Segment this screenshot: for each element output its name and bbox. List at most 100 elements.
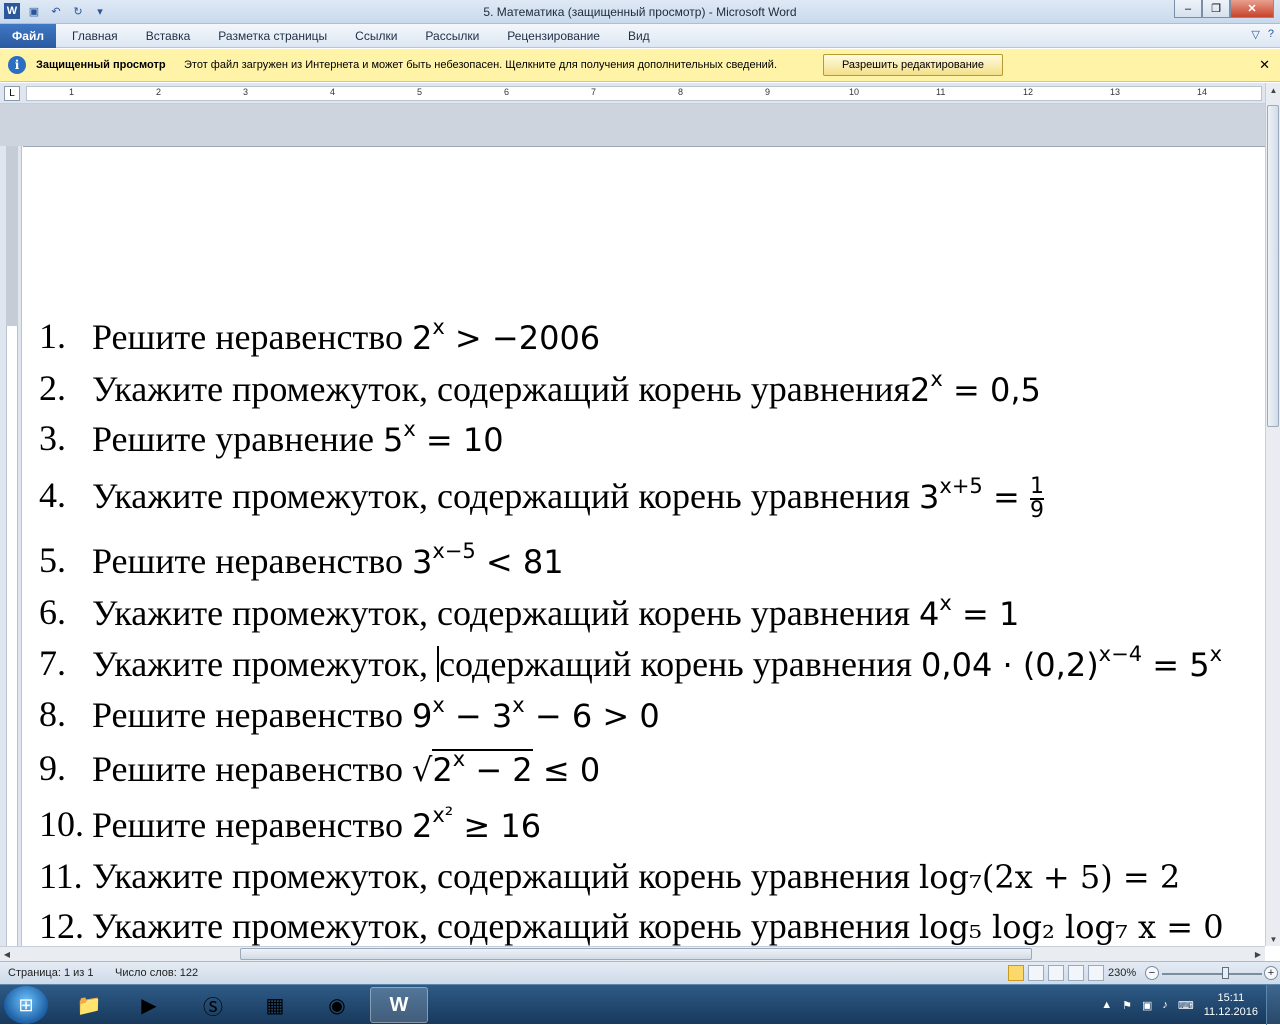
action-center-icon[interactable]: ⚑ bbox=[1122, 999, 1132, 1012]
protected-view-message[interactable]: Этот файл загружен из Интернета и может … bbox=[184, 59, 777, 71]
show-desktop-button[interactable] bbox=[1266, 985, 1280, 1025]
page-count[interactable]: Страница: 1 из 1 bbox=[8, 967, 94, 979]
tab-mailings[interactable]: Рассылки bbox=[425, 29, 479, 43]
horizontal-scrollbar[interactable]: ◀ ▶ bbox=[0, 946, 1265, 961]
list-text: Решите неравенство 9x − 3x − 6 > 0 bbox=[92, 693, 660, 736]
document-page[interactable]: 1. Решите неравенство 2x > −2006 2. Укаж… bbox=[23, 146, 1265, 946]
explorer-icon[interactable]: 📁 bbox=[60, 987, 118, 1023]
ruler-tick: 8 bbox=[678, 87, 684, 97]
math-formula: 9x − 3x − 6 > 0 bbox=[412, 693, 660, 735]
zoom-slider-track[interactable] bbox=[1162, 973, 1262, 975]
tab-insert[interactable]: Вставка bbox=[146, 29, 191, 43]
math-part: ≥ 16 bbox=[453, 807, 542, 845]
math-formula: 0,04 · (0,2)x−4 = 5x bbox=[921, 642, 1222, 684]
skype-icon[interactable]: Ⓢ bbox=[184, 987, 242, 1023]
list-number: 8. bbox=[39, 694, 66, 734]
ruler-tick: 7 bbox=[591, 87, 597, 97]
taskbar: ⊞ 📁 ▶ Ⓢ ▦ ◉ W ▲ ⚑ ▣ ♪ ⌨ 15:11 11.12.2016 bbox=[0, 984, 1280, 1025]
fraction-numerator: 1 bbox=[1029, 474, 1044, 499]
minimize-button[interactable]: – bbox=[1174, 0, 1202, 18]
full-screen-reading-view-icon[interactable] bbox=[1028, 965, 1044, 981]
ruler-tick: 12 bbox=[1023, 87, 1034, 97]
math-part: 0,04 · (0,2) bbox=[921, 646, 1099, 684]
horizontal-ruler[interactable]: 1 2 3 4 5 6 7 8 9 10 11 12 13 14 bbox=[26, 86, 1262, 101]
ruler-tick: 3 bbox=[243, 87, 249, 97]
task-manager-icon[interactable]: ▦ bbox=[246, 987, 304, 1023]
outline-view-icon[interactable] bbox=[1068, 965, 1084, 981]
math-exponent: x bbox=[452, 747, 466, 771]
scroll-down-icon[interactable]: ▼ bbox=[1266, 932, 1280, 946]
math-formula: 4x = 1 bbox=[919, 591, 1019, 633]
math-formula: log₇(2x + 5) = 2 bbox=[919, 858, 1181, 896]
list-text: Решите неравенство 3x−5 < 81 bbox=[92, 539, 564, 582]
math-formula: 2x = 0,5 bbox=[910, 367, 1041, 409]
word-icon[interactable]: W bbox=[370, 987, 428, 1023]
list-text: Решите неравенство √2x − 2 ≤ 0 bbox=[92, 747, 600, 790]
clock[interactable]: 15:11 11.12.2016 bbox=[1204, 991, 1258, 1019]
tab-home[interactable]: Главная bbox=[72, 29, 118, 43]
math-part: = 0,5 bbox=[942, 371, 1041, 409]
clock-date: 11.12.2016 bbox=[1203, 1006, 1258, 1018]
volume-icon[interactable]: ♪ bbox=[1162, 999, 1168, 1011]
scroll-up-icon[interactable]: ▲ bbox=[1266, 83, 1280, 97]
protected-view-bar: i Защищенный просмотр Этот файл загружен… bbox=[0, 49, 1280, 82]
list-number: 10. bbox=[39, 804, 84, 844]
keyboard-layout-icon[interactable]: ⌨ bbox=[1178, 999, 1194, 1012]
list-number: 12. bbox=[39, 906, 84, 946]
math-part: 2 bbox=[411, 319, 433, 357]
tab-references[interactable]: Ссылки bbox=[355, 29, 397, 43]
item-text: Решите неравенство bbox=[92, 541, 412, 581]
math-part: 2 bbox=[910, 371, 931, 409]
vertical-scroll-thumb[interactable] bbox=[1267, 105, 1279, 427]
enable-editing-button[interactable]: Разрешить редактирование bbox=[823, 54, 1003, 76]
vertical-scrollbar[interactable]: ▲ ▼ bbox=[1265, 83, 1280, 946]
draft-view-icon[interactable] bbox=[1088, 965, 1104, 981]
system-tray: ▲ ⚑ ▣ ♪ ⌨ 15:11 11.12.2016 bbox=[1101, 985, 1258, 1025]
word-count[interactable]: Число слов: 122 bbox=[115, 967, 198, 979]
item-text: Решите неравенство bbox=[92, 805, 412, 845]
vertical-ruler[interactable] bbox=[0, 146, 22, 946]
tab-selector[interactable]: L bbox=[4, 86, 20, 101]
item-text: Укажите промежуток, содержащий корень ур… bbox=[92, 476, 920, 516]
tray-expand-icon[interactable]: ▲ bbox=[1101, 999, 1112, 1011]
vertical-ruler-margin bbox=[6, 146, 18, 326]
item-text: Укажите промежуток, содержащий корень ур… bbox=[92, 369, 911, 409]
zoom-level[interactable]: 230% bbox=[1108, 967, 1136, 979]
ruler-tick: 2 bbox=[156, 87, 162, 97]
tab-page-layout[interactable]: Разметка страницы bbox=[218, 29, 327, 43]
math-part: 3 bbox=[919, 478, 940, 516]
zoom-slider-thumb[interactable] bbox=[1222, 967, 1229, 979]
math-part: 2 bbox=[411, 807, 433, 845]
tab-view[interactable]: Вид bbox=[628, 29, 650, 43]
close-button[interactable]: ✕ bbox=[1230, 0, 1274, 18]
math-formula: 5x = 10 bbox=[383, 417, 504, 459]
close-icon[interactable]: ✕ bbox=[1259, 57, 1270, 73]
scroll-left-icon[interactable]: ◀ bbox=[0, 947, 14, 961]
list-number: 11. bbox=[39, 856, 83, 896]
item-text: содержащий корень уравнения bbox=[439, 644, 922, 684]
math-exponent: x bbox=[939, 591, 952, 615]
info-icon: i bbox=[8, 56, 26, 74]
item-text: Укажите промежуток, содержащий корень ур… bbox=[92, 906, 920, 946]
chrome-icon[interactable]: ◉ bbox=[308, 987, 366, 1023]
start-button[interactable]: ⊞ bbox=[4, 986, 48, 1024]
fraction-denominator: 9 bbox=[1029, 498, 1044, 523]
network-icon[interactable]: ▣ bbox=[1142, 999, 1152, 1012]
maximize-button[interactable]: ❐ bbox=[1202, 0, 1230, 18]
tab-file[interactable]: Файл bbox=[0, 24, 56, 48]
horizontal-scroll-thumb[interactable] bbox=[240, 948, 1032, 960]
expand-ribbon-icon[interactable]: ▽ bbox=[1251, 28, 1259, 41]
status-bar: Страница: 1 из 1 Число слов: 122 230% − … bbox=[0, 961, 1280, 984]
print-layout-view-icon[interactable] bbox=[1008, 965, 1024, 981]
tab-review[interactable]: Рецензирование bbox=[507, 29, 600, 43]
list-text: Укажите промежуток, содержащий корень ур… bbox=[92, 367, 1041, 410]
help-icon[interactable]: ? bbox=[1268, 28, 1274, 41]
zoom-out-button[interactable]: − bbox=[1145, 966, 1159, 980]
ruler-tick: 10 bbox=[849, 87, 860, 97]
list-text: Решите неравенство 2x² ≥ 16 bbox=[92, 803, 541, 846]
web-layout-view-icon[interactable] bbox=[1048, 965, 1064, 981]
zoom-in-button[interactable]: + bbox=[1264, 966, 1278, 980]
media-player-icon[interactable]: ▶ bbox=[120, 987, 178, 1023]
ribbon-right-controls: ▽ ? bbox=[1251, 28, 1274, 41]
scroll-right-icon[interactable]: ▶ bbox=[1251, 947, 1265, 961]
